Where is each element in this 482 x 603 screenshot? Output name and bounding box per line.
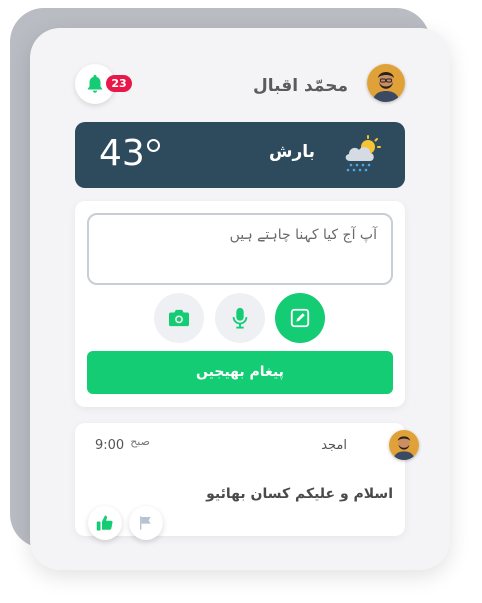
degree-symbol bbox=[147, 139, 160, 152]
camera-icon bbox=[169, 309, 189, 327]
compose-panel: پیغام بھیجیں bbox=[75, 201, 405, 407]
edit-icon bbox=[290, 308, 310, 328]
avatar-image bbox=[389, 430, 419, 460]
weather-condition: بارش bbox=[268, 142, 315, 162]
temperature-value: 43 bbox=[99, 133, 145, 174]
user-name: محمّد اقبال bbox=[253, 76, 348, 96]
post-time-period: صبح bbox=[130, 435, 150, 448]
post-author-avatar[interactable] bbox=[389, 430, 419, 460]
weather-widget: 43 بارش bbox=[75, 122, 405, 188]
send-message-button[interactable]: پیغام بھیجیں bbox=[87, 351, 393, 394]
user-avatar[interactable] bbox=[367, 64, 405, 102]
microphone-button[interactable] bbox=[215, 293, 265, 343]
cloud-rain-sun-icon bbox=[345, 135, 381, 172]
bell-icon bbox=[87, 74, 103, 93]
flag-button[interactable] bbox=[129, 506, 163, 540]
like-button[interactable] bbox=[88, 506, 122, 540]
post-time-value: 9:00 bbox=[95, 438, 125, 453]
camera-button[interactable] bbox=[154, 293, 204, 343]
write-button[interactable] bbox=[275, 293, 325, 343]
mic-icon bbox=[232, 307, 248, 329]
app-card: 23 محمّد اقبال 43 بارش آپ آج کیا کہنا چا… bbox=[30, 28, 450, 570]
post-author-name: امجد bbox=[321, 438, 347, 453]
post-card: امجد 9:00 صبح اسلام و علیکم کسان بھائیو bbox=[75, 423, 419, 540]
post-input[interactable] bbox=[87, 213, 393, 285]
flag-icon bbox=[140, 516, 151, 530]
post-text: اسلام و علیکم کسان بھائیو bbox=[206, 486, 393, 502]
notification-badge: 23 bbox=[106, 75, 132, 92]
post-timestamp: 9:00 صبح bbox=[95, 435, 150, 453]
avatar-image bbox=[367, 64, 405, 102]
thumbs-up-icon bbox=[96, 515, 113, 531]
